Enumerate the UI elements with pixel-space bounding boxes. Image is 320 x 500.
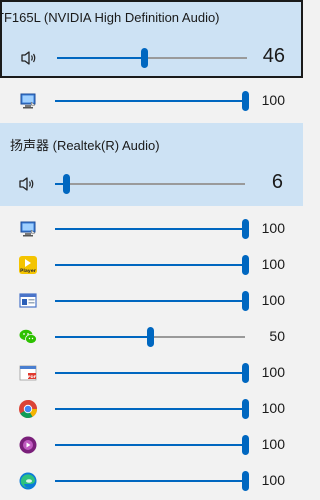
app-volume-row: 100	[0, 211, 303, 247]
chrome-icon	[18, 399, 38, 419]
volume-value: 46	[262, 45, 285, 67]
volume-slider[interactable]	[55, 91, 249, 111]
app-volume-row: 100	[0, 427, 303, 463]
volume-value: 100	[261, 436, 285, 452]
volume-slider-fill	[55, 444, 245, 446]
device-title: TF165L (NVIDIA High Definition Audio)	[0, 10, 220, 25]
volume-slider[interactable]	[55, 327, 245, 347]
volume-slider-thumb[interactable]	[242, 219, 249, 239]
volume-value: 100	[261, 256, 285, 272]
volume-slider-thumb[interactable]	[242, 91, 249, 111]
pdf-icon-label: PDF	[28, 374, 37, 379]
volume-slider-fill	[55, 408, 245, 410]
app-volume-row: 100	[0, 83, 303, 119]
system-sounds-icon	[18, 219, 38, 239]
volume-slider-thumb[interactable]	[242, 255, 249, 275]
app-volume-row: 100	[0, 283, 303, 319]
volume-slider-fill	[57, 57, 144, 59]
app-volume-row: Player 100	[0, 247, 303, 283]
speaker-icon[interactable]	[19, 48, 39, 68]
volume-value: 100	[261, 92, 285, 108]
volume-value: 100	[261, 364, 285, 380]
volume-slider-fill	[55, 300, 245, 302]
device-panel-realtek: 扬声器 (Realtek(R) Audio) 6	[0, 123, 303, 206]
media-player-icon	[18, 435, 38, 455]
app-volume-row: 100	[0, 391, 303, 427]
volume-slider-fill	[55, 372, 245, 374]
volume-value: 100	[261, 220, 285, 236]
volume-value: 100	[261, 472, 285, 488]
volume-slider-fill	[55, 264, 245, 266]
volume-slider-thumb[interactable]	[242, 291, 249, 311]
volume-slider-thumb[interactable]	[147, 327, 154, 347]
app-volume-row: 100	[0, 463, 303, 499]
volume-slider-thumb[interactable]	[242, 399, 249, 419]
edge-icon	[18, 471, 38, 491]
speaker-icon[interactable]	[17, 174, 37, 194]
volume-slider-fill	[55, 100, 245, 102]
volume-slider-fill	[55, 336, 150, 338]
volume-mixer: TF165L (NVIDIA High Definition Audio) 46	[0, 0, 303, 500]
volume-slider[interactable]	[57, 48, 247, 68]
volume-value: 100	[261, 292, 285, 308]
volume-slider-thumb[interactable]	[242, 435, 249, 455]
app-volume-row: 50	[0, 319, 303, 355]
volume-slider[interactable]	[55, 363, 249, 383]
volume-slider[interactable]	[55, 255, 249, 275]
volume-slider[interactable]	[55, 471, 249, 491]
system-sounds-icon	[18, 91, 38, 111]
device-volume-row: 46	[2, 40, 305, 76]
device-title: 扬声器 (Realtek(R) Audio)	[10, 138, 160, 153]
volume-slider[interactable]	[55, 291, 249, 311]
pdf-app-icon: PDF	[18, 363, 38, 383]
volume-slider-fill	[55, 228, 245, 230]
volume-slider[interactable]	[55, 219, 249, 239]
volume-slider-fill	[55, 480, 245, 482]
volume-value: 50	[269, 328, 285, 344]
volume-slider-thumb[interactable]	[242, 471, 249, 491]
window-app-icon	[18, 291, 38, 311]
volume-slider[interactable]	[55, 174, 245, 194]
potplayer-icon: Player	[18, 255, 38, 275]
volume-slider-thumb[interactable]	[242, 363, 249, 383]
potplayer-icon-label: Player	[20, 268, 37, 274]
wechat-icon	[18, 327, 38, 347]
app-volume-row: PDF 100	[0, 355, 303, 391]
volume-slider[interactable]	[55, 399, 249, 419]
device-volume-row: 6	[0, 166, 303, 202]
volume-slider-thumb[interactable]	[63, 174, 70, 194]
volume-slider-thumb[interactable]	[141, 48, 148, 68]
volume-value: 6	[271, 171, 283, 193]
volume-value: 100	[261, 400, 285, 416]
device-panel-tf165l: TF165L (NVIDIA High Definition Audio) 46	[0, 0, 303, 78]
volume-slider[interactable]	[55, 435, 249, 455]
